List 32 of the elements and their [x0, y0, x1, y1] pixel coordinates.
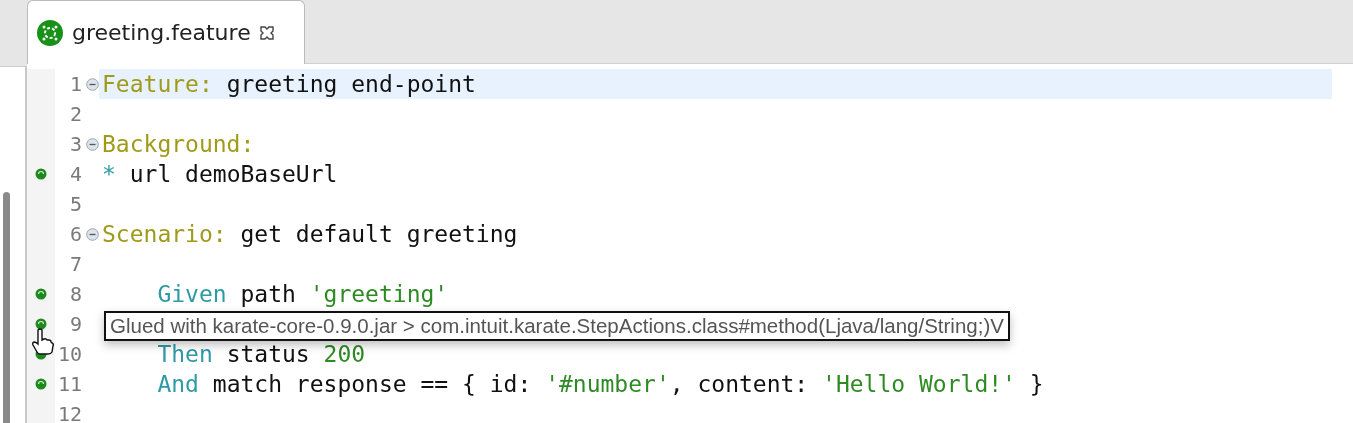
editor-tab[interactable]: greeting.feature — [27, 0, 305, 64]
code-line: And match response == { id: '#number', content: 'Hello World!' } — [156, 371, 1044, 397]
line-number: 11 — [56, 372, 82, 396]
cucumber-icon — [36, 18, 64, 47]
scrollbar-thumb[interactable] — [3, 192, 10, 423]
line-number: 6 — [68, 222, 82, 246]
line-number: 3 — [68, 132, 82, 156]
tab-label: greeting.feature — [72, 20, 251, 45]
glue-marker-icon — [35, 378, 47, 390]
line-number: 8 — [68, 282, 82, 306]
collapse-icon[interactable] — [85, 227, 99, 241]
line-number: 7 — [68, 252, 82, 276]
line-number: 4 — [68, 162, 82, 186]
code-line: Then status 200 — [156, 341, 366, 367]
line-number: 9 — [68, 312, 82, 336]
glue-marker-icon — [35, 288, 47, 300]
collapse-icon[interactable] — [85, 77, 99, 91]
line-number: 5 — [68, 192, 82, 216]
line-number: 2 — [68, 102, 82, 126]
code-line: Background: — [102, 131, 255, 157]
line-number: 1 — [68, 72, 82, 96]
tooltip: Glued with karate-core-0.9.0.jar > com.intuit.karate.StepActions.class#method(Ljava/lang/String;)V — [104, 311, 1010, 341]
code-line: Given path 'greeting' — [156, 281, 449, 307]
line-number: 12 — [56, 402, 82, 423]
code-line: Scenario: get default greeting — [102, 221, 518, 247]
collapse-icon[interactable] — [85, 137, 99, 151]
code-line: * url demoBaseUrl — [102, 161, 338, 187]
glue-marker-icon — [35, 168, 47, 180]
code-line: Feature: greeting end-point — [102, 71, 476, 97]
glue-marker-icon — [35, 318, 47, 330]
line-number: 10 — [56, 342, 82, 366]
close-icon[interactable] — [258, 24, 275, 41]
